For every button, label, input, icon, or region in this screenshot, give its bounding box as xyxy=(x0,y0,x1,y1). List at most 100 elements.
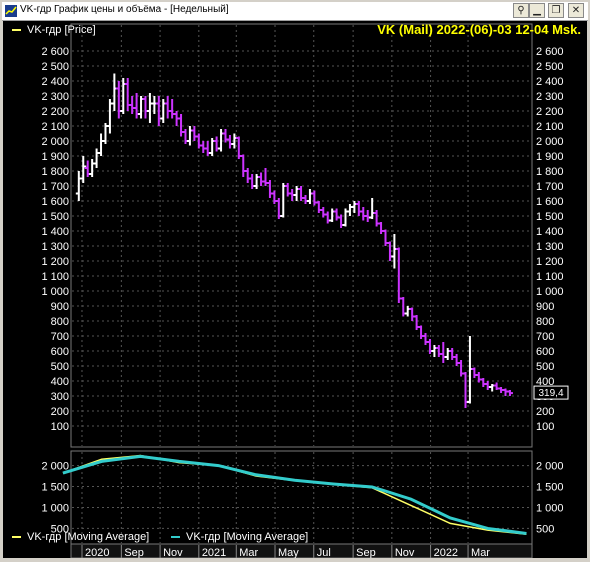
x-tick-label: Mar xyxy=(471,547,490,558)
price-bars xyxy=(75,73,513,408)
price-bar xyxy=(320,207,327,218)
price-bar xyxy=(471,367,478,378)
x-tick-label: Sep xyxy=(356,547,376,558)
price-y-tick-left: 2 500 xyxy=(41,61,69,73)
price-y-tick-right: 2 000 xyxy=(536,136,564,148)
price-y-tick-right: 1 100 xyxy=(536,271,564,283)
ma-y-tick-right: 1 500 xyxy=(536,482,564,494)
chart-window: VK-гдр График цены и объёма - [Недельный… xyxy=(0,0,590,561)
price-y-tick-left: 800 xyxy=(51,316,69,328)
pin-button[interactable]: ⚲ xyxy=(513,3,529,18)
price-y-tick-left: 900 xyxy=(51,301,69,313)
price-bar xyxy=(80,156,87,183)
chart-area: 2 600 2 500 2 400 2 300 2 200 2 100 2 000 1 900… xyxy=(3,21,587,559)
minimize-button[interactable]: ▁ xyxy=(529,3,545,18)
price-bar xyxy=(449,348,456,360)
price-bar xyxy=(142,96,149,119)
price-y-tick-right: 100 xyxy=(536,421,554,433)
price-y-tick-left: 1 200 xyxy=(41,256,69,268)
restore-button[interactable]: ❐ xyxy=(548,3,564,18)
ma-line-1 xyxy=(62,454,527,536)
price-y-tick-right: 1 000 xyxy=(536,286,564,298)
x-gridlines xyxy=(81,25,469,543)
moving-average-lines xyxy=(62,454,527,536)
price-legend: VK-гдр [Price] xyxy=(27,24,96,36)
price-y-tick-left: 1 600 xyxy=(41,196,69,208)
price-bar xyxy=(475,372,482,383)
price-bar xyxy=(453,354,460,366)
x-tick-label: 2021 xyxy=(202,547,226,558)
price-bar xyxy=(346,204,353,216)
window-title: VK-гдр График цены и объёма - [Недельный… xyxy=(20,4,229,15)
price-bar xyxy=(444,348,451,360)
price-bar xyxy=(155,96,162,126)
price-bar xyxy=(378,222,385,234)
ma-gridlines xyxy=(72,465,531,529)
price-y-tick-right: 2 300 xyxy=(536,91,564,103)
price-y-tick-right: 1 300 xyxy=(536,241,564,253)
price-bar xyxy=(435,345,442,357)
last-value-label: 319,4 xyxy=(538,388,563,399)
close-icon: ✕ xyxy=(571,5,581,16)
price-y-tick-left: 100 xyxy=(51,421,69,433)
price-bar xyxy=(431,345,438,357)
price-y-tick-left: 1 100 xyxy=(41,271,69,283)
price-y-tick-right: 1 200 xyxy=(536,256,564,268)
price-bar xyxy=(506,390,513,396)
price-y-tick-left: 2 400 xyxy=(41,76,69,88)
price-bar xyxy=(169,99,176,119)
price-bar xyxy=(89,159,96,177)
price-y-tick-left: 300 xyxy=(51,391,69,403)
price-y-tick-left: 700 xyxy=(51,331,69,343)
title-bar[interactable]: VK-гдр График цены и объёма - [Недельный… xyxy=(2,2,588,21)
close-button[interactable]: ✕ xyxy=(568,3,584,18)
ma-y-tick-right: 1 000 xyxy=(536,502,564,514)
ma-legend-2: VK-гдр [Moving Average] xyxy=(186,531,308,543)
price-y-tick-right: 1 500 xyxy=(536,211,564,223)
price-y-tick-right: 700 xyxy=(536,331,554,343)
price-y-tick-left: 2 100 xyxy=(41,121,69,133)
price-bar xyxy=(93,148,100,168)
x-tick-label: 2022 xyxy=(434,547,458,558)
price-bar xyxy=(218,129,225,152)
price-y-axis-left: 2 600 2 500 2 400 2 300 2 200 2 100 2 000 1 900… xyxy=(41,46,69,433)
price-y-tick-right: 1 600 xyxy=(536,196,564,208)
price-bar xyxy=(360,207,367,221)
price-bar xyxy=(369,198,376,219)
price-y-tick-left: 2 300 xyxy=(41,91,69,103)
price-y-tick-left: 200 xyxy=(51,406,69,418)
price-bar xyxy=(351,201,358,213)
price-bar xyxy=(266,180,273,198)
price-y-tick-right: 200 xyxy=(536,406,554,418)
price-bar xyxy=(191,126,198,141)
price-bar xyxy=(186,126,193,146)
price-y-tick-left: 1 900 xyxy=(41,151,69,163)
price-bar xyxy=(244,168,251,183)
price-y-tick-left: 2 000 xyxy=(41,136,69,148)
price-bar xyxy=(404,306,411,317)
price-y-tick-left: 1 700 xyxy=(41,181,69,193)
price-bar xyxy=(333,208,340,221)
price-y-tick-left: 1 400 xyxy=(41,226,69,238)
price-y-tick-left: 600 xyxy=(51,346,69,358)
price-y-tick-right: 1 800 xyxy=(536,166,564,178)
price-bar xyxy=(98,133,105,156)
price-bar xyxy=(422,333,429,345)
x-tick-label: 2020 xyxy=(85,547,109,558)
price-y-tick-right: 500 xyxy=(536,361,554,373)
price-y-tick-right: 2 400 xyxy=(536,76,564,88)
price-bar xyxy=(146,93,153,123)
price-y-tick-left: 500 xyxy=(51,361,69,373)
chart-app-icon xyxy=(5,5,17,17)
restore-icon: ❐ xyxy=(551,5,561,16)
pin-icon: ⚲ xyxy=(517,5,525,16)
price-bar xyxy=(240,154,247,177)
price-bar xyxy=(409,307,416,321)
ma-legend-1: VK-гдр [Moving Average] xyxy=(27,531,149,543)
price-y-tick-right: 900 xyxy=(536,301,554,313)
ma-y-tick-right: 2 000 xyxy=(536,461,564,473)
x-tick-label: Nov xyxy=(395,547,415,558)
price-bar xyxy=(302,195,309,204)
chart-canvas[interactable]: 2 600 2 500 2 400 2 300 2 200 2 100 2 000 1 900… xyxy=(3,21,587,559)
price-bar xyxy=(395,247,402,303)
